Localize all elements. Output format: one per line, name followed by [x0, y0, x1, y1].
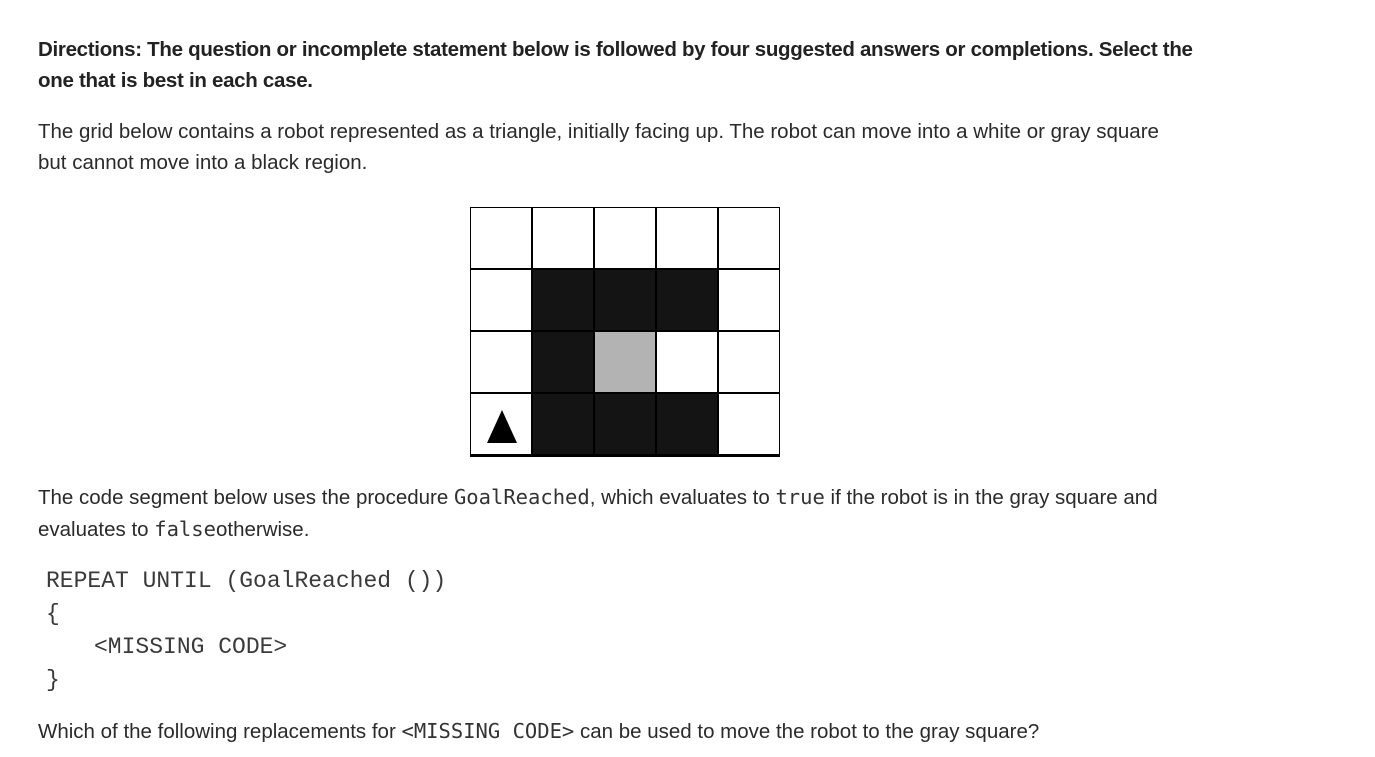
grid-cell: [470, 269, 532, 331]
directions-text: Directions: The question or incomplete s…: [38, 38, 1193, 92]
question-text-1: Which of the following replacements for: [38, 720, 402, 743]
grid-cell: [656, 331, 718, 393]
grid-cell-gray-goal: [594, 331, 656, 393]
grid-cell: [656, 207, 718, 269]
false-keyword: false: [154, 516, 216, 541]
question-text-2: can be used to move the robot to the gra…: [574, 720, 1040, 743]
true-keyword: true: [775, 485, 825, 509]
robot-triangle-icon: [487, 410, 517, 443]
code-line-close-brace: }: [46, 667, 60, 693]
segment-text-2: , which evaluates to: [589, 486, 776, 509]
question-paragraph: Which of the following replacements for …: [38, 716, 1238, 748]
code-line-missing: <MISSING CODE>: [94, 634, 288, 660]
grid-cell-black: [656, 393, 718, 455]
grid-cell-black: [532, 331, 594, 393]
grid-cell-black: [594, 269, 656, 331]
segment-text-4: otherwise.: [215, 517, 310, 541]
code-block: REPEAT UNTIL (GoalReached ()) { <MISSING C…: [46, 565, 446, 697]
grid-cell: [718, 207, 780, 269]
grid-cell: [470, 331, 532, 393]
grid-cell-black: [594, 393, 656, 455]
robot-grid: [470, 207, 780, 457]
grid-cell: [470, 207, 532, 269]
grid-cell: [718, 393, 780, 455]
grid-cell: [532, 207, 594, 269]
grid-cell-black: [532, 393, 594, 455]
intro-paragraph: The grid below contains a robot represen…: [38, 120, 1159, 174]
code-line-repeat: REPEAT UNTIL (GoalReached ()): [46, 568, 447, 594]
code-line-open-brace: {: [46, 601, 60, 627]
grid-cell-robot: [470, 393, 532, 455]
grid-cell: [718, 269, 780, 331]
grid-cell-black: [656, 269, 718, 331]
grid-cell-black: [532, 269, 594, 331]
procedure-name: GoalReached: [453, 485, 590, 509]
grid-cell: [718, 331, 780, 393]
grid-cell: [594, 207, 656, 269]
missing-code-token: <MISSING CODE>: [401, 719, 575, 743]
segment-paragraph: The code segment below uses the procedur…: [38, 482, 1198, 545]
segment-text-1: The code segment below uses the procedur…: [38, 486, 454, 509]
